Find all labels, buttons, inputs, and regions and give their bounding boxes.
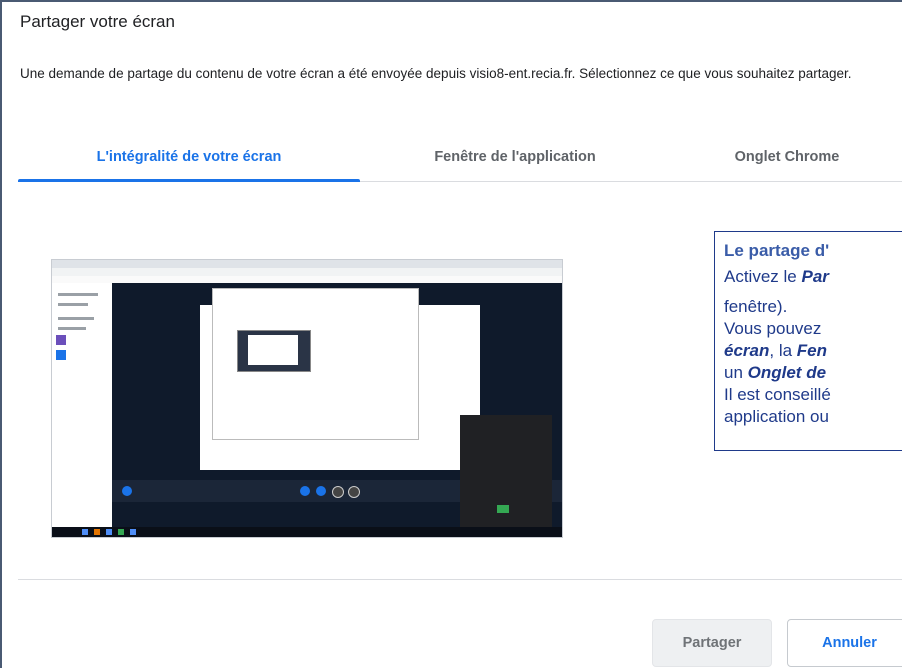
- tab-application-window[interactable]: Fenêtre de l'application: [360, 139, 670, 181]
- thumbnail-browser-tabs: [52, 260, 562, 268]
- thumbnail-inner-preview: [237, 330, 311, 372]
- tab-entire-screen[interactable]: L'intégralité de votre écran: [18, 139, 360, 182]
- callout-title: Le partage d': [724, 241, 830, 260]
- callout-line: fenêtre).: [724, 297, 788, 316]
- thumbnail-app-icon: [56, 350, 66, 360]
- callout-line: Vous pouvez: [724, 319, 822, 338]
- thumbnail-user-icon: [122, 486, 132, 496]
- share-button[interactable]: Partager: [652, 619, 772, 667]
- thumbnail-taskbar-icon: [106, 529, 112, 535]
- dialog-title: Partager votre écran: [20, 12, 175, 31]
- thumbnail-taskbar-icon: [130, 529, 136, 535]
- tab-chrome-tab[interactable]: Onglet Chrome: [670, 139, 902, 181]
- dialog-description: Une demande de partage du contenu de vot…: [20, 66, 852, 81]
- thumbnail-app-icon: [56, 335, 66, 345]
- thumbnail-taskbar: [52, 527, 562, 537]
- share-source-tabs: L'intégralité de votre écran Fenêtre de …: [18, 139, 902, 182]
- thumbnail-popup-button: [497, 505, 509, 513]
- thumbnail-taskbar-icon: [118, 529, 124, 535]
- thumbnail-left-panel: [52, 283, 112, 527]
- screen-thumbnail[interactable]: [51, 259, 563, 538]
- thumbnail-taskbar-icon: [82, 529, 88, 535]
- thumbnail-camera-icon: [316, 486, 326, 496]
- thumbnail-leave-icon: [348, 486, 360, 498]
- thumbnail-mic-icon: [300, 486, 310, 496]
- callout-line: Activez le Par: [724, 267, 829, 286]
- callout-line: un Onglet de: [724, 363, 827, 382]
- help-callout: Le partage d' Activez le Par fenêtre). V…: [714, 231, 902, 451]
- thumbnail-share-icon: [332, 486, 344, 498]
- callout-line: écran, la Fen: [724, 341, 828, 360]
- cancel-button[interactable]: Annuler: [787, 619, 902, 667]
- share-screen-dialog: Partager votre écran Une demande de part…: [0, 0, 902, 668]
- thumbnail-taskbar-icon: [94, 529, 100, 535]
- callout-line: Il est conseillé: [724, 385, 831, 404]
- callout-line: application ou: [724, 407, 829, 426]
- thumbnail-bookmarks-bar: [52, 276, 562, 283]
